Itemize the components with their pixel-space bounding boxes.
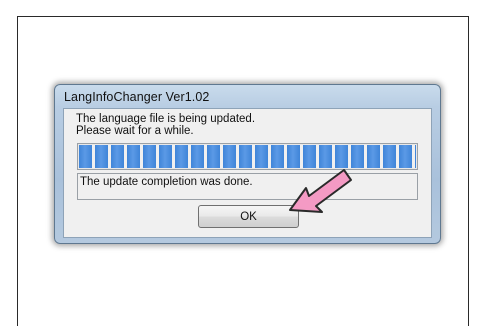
progress-fill xyxy=(79,145,416,168)
dialog-body: The language file is being updated. Plea… xyxy=(63,108,432,238)
status-text: The update completion was done. xyxy=(80,176,253,188)
langinfochanger-dialog: LangInfoChanger Ver1.02 The language fil… xyxy=(54,84,441,244)
progress-bar xyxy=(77,143,418,170)
status-box: The update completion was done. xyxy=(77,173,418,200)
ok-button[interactable]: OK xyxy=(198,205,299,228)
pointer-arrow-icon xyxy=(289,169,352,213)
dialog-title: LangInfoChanger Ver1.02 xyxy=(64,90,210,104)
update-message: The language file is being updated. Plea… xyxy=(76,113,256,137)
